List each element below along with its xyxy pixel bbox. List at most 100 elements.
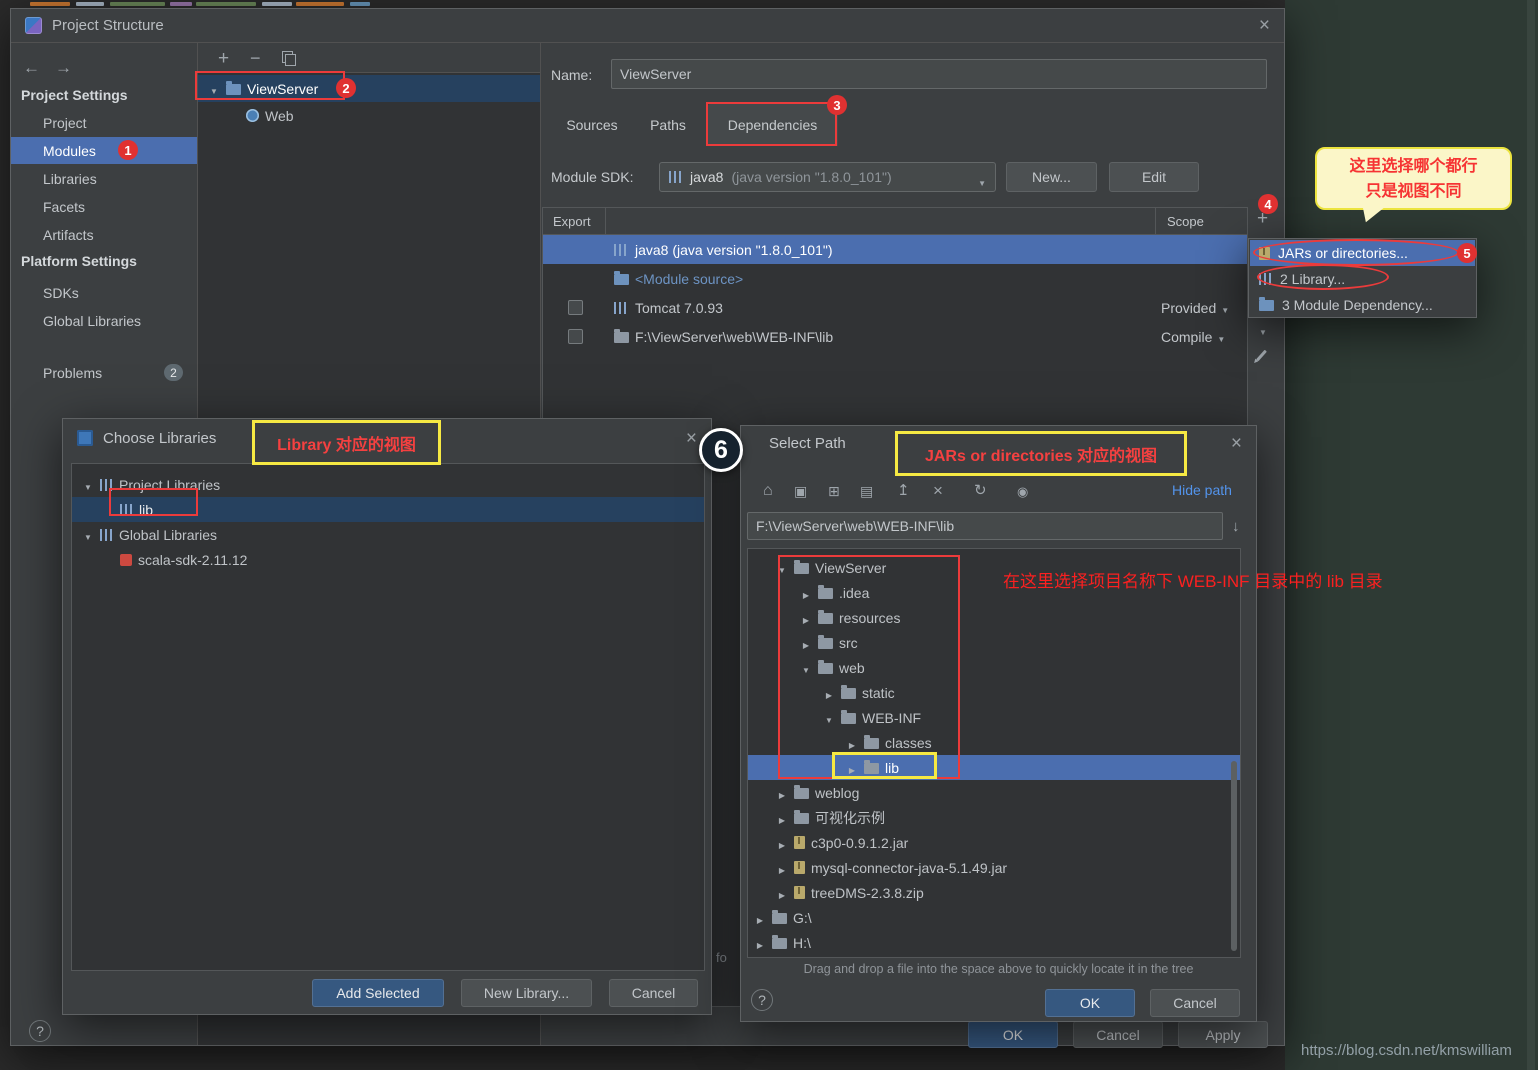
add-selected-button[interactable]: Add Selected	[312, 979, 444, 1007]
cancel-button[interactable]: Cancel	[609, 979, 698, 1007]
dropdown-arrow-icon	[1217, 330, 1225, 344]
annotation-box-viewserver-tree	[778, 555, 960, 779]
remove-module-icon[interactable]	[250, 49, 261, 67]
cancel-button[interactable]: Cancel	[1150, 989, 1240, 1017]
move-up-icon[interactable]	[897, 483, 910, 498]
delete-icon[interactable]	[933, 482, 943, 499]
move-down-icon[interactable]	[1259, 323, 1267, 337]
editor-scrollbar[interactable]	[1527, 0, 1535, 1070]
sidebar-item-problems[interactable]: Problems 2	[11, 359, 197, 386]
sidebar-item-sdks[interactable]: SDKs	[11, 279, 197, 306]
choose-libraries-icon	[77, 430, 93, 446]
drive-icon	[772, 913, 787, 924]
chevron-down-icon[interactable]	[82, 477, 94, 493]
desktop-icon[interactable]	[794, 484, 807, 498]
watermark: https://blog.csdn.net/kmswilliam	[1301, 1042, 1512, 1059]
export-checkbox[interactable]	[568, 329, 583, 344]
close-icon[interactable]	[1231, 434, 1242, 453]
drag-hint: Drag and drop a file into the space abov…	[741, 962, 1256, 976]
help-button[interactable]	[29, 1020, 51, 1042]
annotation-box-lib-path	[832, 752, 937, 779]
dependency-row-lib[interactable]: F:\ViewServer\web\WEB-INF\lib Compile	[543, 322, 1247, 351]
dependency-row-jdk[interactable]: java8 (java version "1.8.0_101")	[543, 235, 1247, 264]
sidebar-item-artifacts[interactable]: Artifacts	[11, 221, 197, 248]
drive-icon	[772, 938, 787, 949]
sidebar-item-project[interactable]: Project	[11, 109, 197, 136]
name-label: Name:	[551, 67, 592, 83]
dependency-row-tomcat[interactable]: Tomcat 7.0.93 Provided	[543, 293, 1247, 322]
dependency-row-module-source[interactable]: <Module source>	[543, 264, 1247, 293]
tab-sources[interactable]: Sources	[557, 104, 627, 146]
callout-line-2: 只是视图不同	[1317, 179, 1510, 204]
cancel-button[interactable]: Cancel	[1073, 1021, 1163, 1048]
dialog-title: Select Path	[769, 435, 846, 452]
module-tree-item-web[interactable]: Web	[198, 103, 540, 128]
annotation-box-lib-library	[109, 488, 198, 516]
popup-item-module-dependency[interactable]: 3 Module Dependency...	[1250, 292, 1475, 318]
help-button[interactable]	[751, 989, 773, 1011]
module-sdk-combobox[interactable]: java8 (java version "1.8.0_101")	[659, 162, 996, 192]
forward-icon[interactable]	[55, 59, 72, 76]
chevron-right-icon[interactable]	[776, 835, 788, 851]
tree-item-mysql-connector-jar[interactable]: mysql-connector-java-5.1.49.jar	[748, 855, 1240, 880]
close-icon[interactable]	[1259, 16, 1270, 35]
chevron-right-icon[interactable]	[776, 785, 788, 801]
sidebar-item-modules[interactable]: Modules	[11, 137, 197, 164]
libraries-tree-panel: Project Libraries lib Global Libraries s…	[71, 463, 705, 971]
code-fragment	[350, 2, 370, 6]
tree-item-drive-g[interactable]: G:\	[748, 905, 1240, 930]
folder-icon[interactable]	[860, 484, 873, 498]
tab-paths[interactable]: Paths	[637, 104, 699, 146]
scope-dropdown[interactable]: Compile	[1161, 329, 1225, 345]
add-module-icon[interactable]	[218, 49, 229, 68]
annotation-number-1: 1	[118, 140, 138, 160]
sidebar-item-libraries[interactable]: Libraries	[11, 165, 197, 192]
tree-item-treedms-zip[interactable]: treeDMS-2.3.8.zip	[748, 880, 1240, 905]
chevron-down-icon[interactable]	[82, 527, 94, 543]
sidebar-item-global-libraries[interactable]: Global Libraries	[11, 307, 197, 334]
export-checkbox[interactable]	[568, 300, 583, 315]
module-name-input[interactable]	[611, 59, 1267, 89]
download-path-icon[interactable]	[1232, 519, 1240, 534]
home-icon[interactable]	[763, 483, 773, 499]
sdk-new-button[interactable]: New...	[1006, 162, 1097, 192]
refresh-icon[interactable]	[974, 483, 987, 498]
copy-module-icon[interactable]	[282, 51, 295, 65]
chevron-right-icon[interactable]	[776, 885, 788, 901]
back-icon[interactable]	[23, 59, 40, 76]
apply-button[interactable]: Apply	[1178, 1021, 1268, 1048]
library-icon	[100, 529, 113, 541]
edit-dependency-icon[interactable]	[1256, 350, 1267, 362]
tree-item-c3p0-jar[interactable]: c3p0-0.9.1.2.jar	[748, 830, 1240, 855]
sidebar-item-facets[interactable]: Facets	[11, 193, 197, 220]
sdk-edit-button[interactable]: Edit	[1109, 162, 1199, 192]
tree-scrollbar[interactable]	[1231, 761, 1237, 951]
dialog-title-bar: Project Structure	[11, 9, 1284, 43]
path-input[interactable]	[747, 512, 1223, 540]
code-fragment	[196, 2, 256, 6]
chevron-right-icon[interactable]	[776, 860, 788, 876]
annotation-number-2: 2	[336, 78, 356, 98]
archive-icon	[794, 886, 805, 899]
show-hidden-icon[interactable]	[1017, 484, 1028, 498]
new-library-button[interactable]: New Library...	[461, 979, 592, 1007]
module-icon	[1259, 300, 1274, 311]
new-folder-icon[interactable]	[828, 484, 840, 498]
ok-button[interactable]: OK	[1045, 989, 1135, 1017]
tree-item-global-libraries[interactable]: Global Libraries	[72, 522, 704, 547]
tree-item-scala-sdk[interactable]: scala-sdk-2.11.12	[72, 547, 704, 572]
tree-item-drive-h[interactable]: H:\	[748, 930, 1240, 955]
scope-dropdown[interactable]: Provided	[1161, 300, 1229, 316]
close-icon[interactable]	[686, 429, 697, 448]
jdk-icon	[669, 171, 682, 183]
scala-sdk-icon	[120, 554, 132, 566]
chevron-right-icon[interactable]	[776, 810, 788, 826]
tree-item-visualization-demo[interactable]: 可视化示例	[748, 805, 1240, 830]
chevron-right-icon[interactable]	[754, 935, 766, 951]
jar-icon	[794, 861, 805, 874]
ok-button[interactable]: OK	[968, 1021, 1058, 1048]
hide-path-link[interactable]: Hide path	[1172, 482, 1232, 498]
tree-item-weblog[interactable]: weblog	[748, 780, 1240, 805]
chevron-right-icon[interactable]	[754, 910, 766, 926]
dialog-title: Project Structure	[52, 17, 164, 34]
